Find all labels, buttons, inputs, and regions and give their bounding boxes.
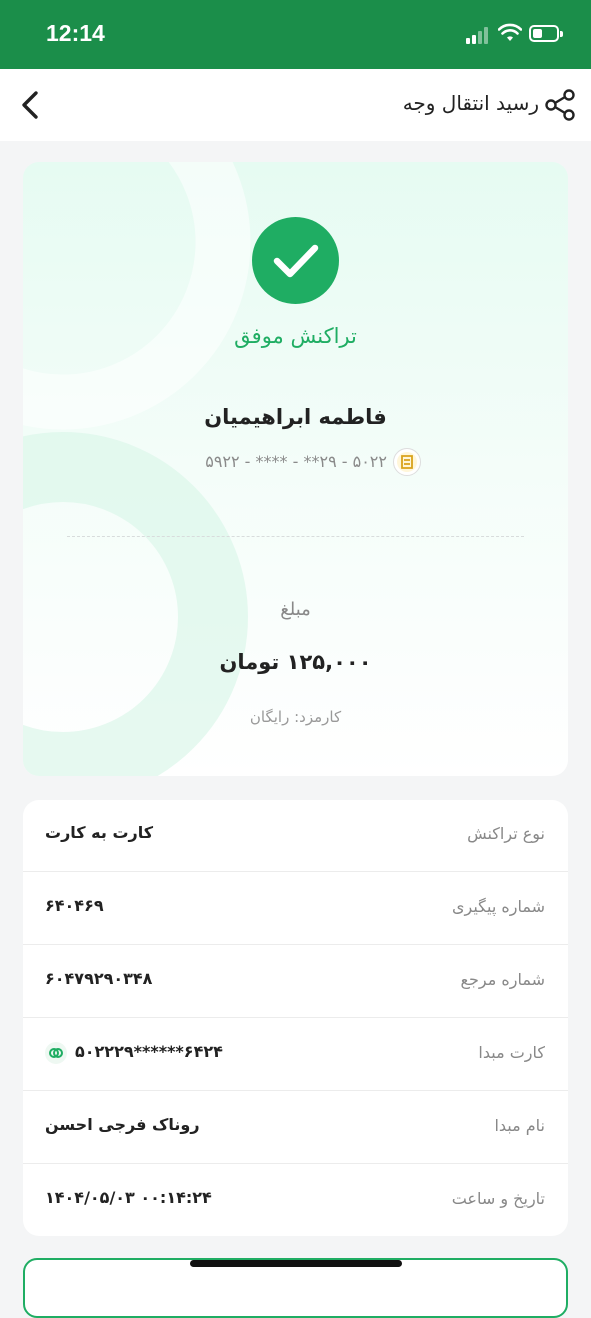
fee-text: کارمزد: رایگان [249, 708, 342, 726]
detail-label: نام مبدا [494, 1116, 545, 1135]
recipient-name: فاطمه ابراهیمیان [204, 405, 387, 429]
status-time: 12:14 [46, 20, 105, 46]
detail-label: شماره پیگیری [451, 897, 545, 916]
share-button[interactable] [543, 87, 577, 123]
back-button[interactable] [12, 85, 48, 125]
bottom-action-button[interactable] [23, 1258, 568, 1318]
source-bank-icon [45, 1042, 67, 1064]
share-icon [545, 89, 575, 121]
detail-row-source-card: کارت مبدا ۵۰۲۲۲۹******۶۴۲۴ [23, 1019, 568, 1091]
status-bar: 12:14 [0, 0, 591, 69]
chevron-left-icon [22, 91, 38, 119]
detail-value: روناک فرجی احسن [45, 1115, 200, 1134]
detail-value: ۵۰۲۲۲۹******۶۴۲۴ [75, 1042, 223, 1061]
amount-value: ۱۲۵,۰۰۰ تومان [219, 650, 372, 674]
home-indicator [190, 1260, 402, 1267]
signal-icon [466, 26, 492, 44]
app-header: رسید انتقال وجه [0, 69, 591, 141]
page-title: رسید انتقال وجه [402, 91, 539, 115]
wifi-icon [498, 23, 522, 41]
battery-icon [529, 25, 563, 42]
success-check-icon [252, 217, 339, 304]
detail-label: کارت مبدا [478, 1043, 545, 1062]
destination-card-number: ۵۹۲۲ - **** - **۲۹ - ۵۰۲۲ [205, 452, 387, 471]
transaction-status: تراکنش موفق [234, 324, 357, 348]
detail-value: ۶۰۴۷۹۲۹۰۳۴۸ [45, 969, 153, 988]
detail-value: ۶۴۰۴۶۹ [45, 896, 104, 915]
detail-value: ۱۴۰۴/۰۵/۰۳ ۰۰:۱۴:۲۴ [45, 1188, 212, 1207]
detail-label: تاریخ و ساعت [451, 1189, 545, 1208]
detail-label: شماره مرجع [460, 970, 545, 989]
detail-row-source-name: نام مبدا روناک فرجی احسن [23, 1092, 568, 1164]
detail-row-date-time: تاریخ و ساعت ۱۴۰۴/۰۵/۰۳ ۰۰:۱۴:۲۴ [23, 1165, 568, 1236]
detail-row-transaction-type: نوع تراکنش کارت به کارت [23, 800, 568, 872]
amount-label: مبلغ [280, 599, 311, 620]
details-card: نوع تراکنش کارت به کارت شماره پیگیری ۶۴۰… [23, 800, 568, 1236]
destination-card: ۵۹۲۲ - **** - **۲۹ - ۵۰۲۲ [171, 448, 421, 478]
detail-row-tracking-number: شماره پیگیری ۶۴۰۴۶۹ [23, 873, 568, 945]
detail-label: نوع تراکنش [467, 824, 545, 843]
bank-logo-icon [393, 448, 421, 476]
receipt-card: تراکنش موفق فاطمه ابراهیمیان ۵۹۲۲ - ****… [23, 162, 568, 776]
detail-row-reference-number: شماره مرجع ۶۰۴۷۹۲۹۰۳۴۸ [23, 946, 568, 1018]
divider [67, 536, 524, 537]
detail-value: کارت به کارت [45, 823, 154, 842]
